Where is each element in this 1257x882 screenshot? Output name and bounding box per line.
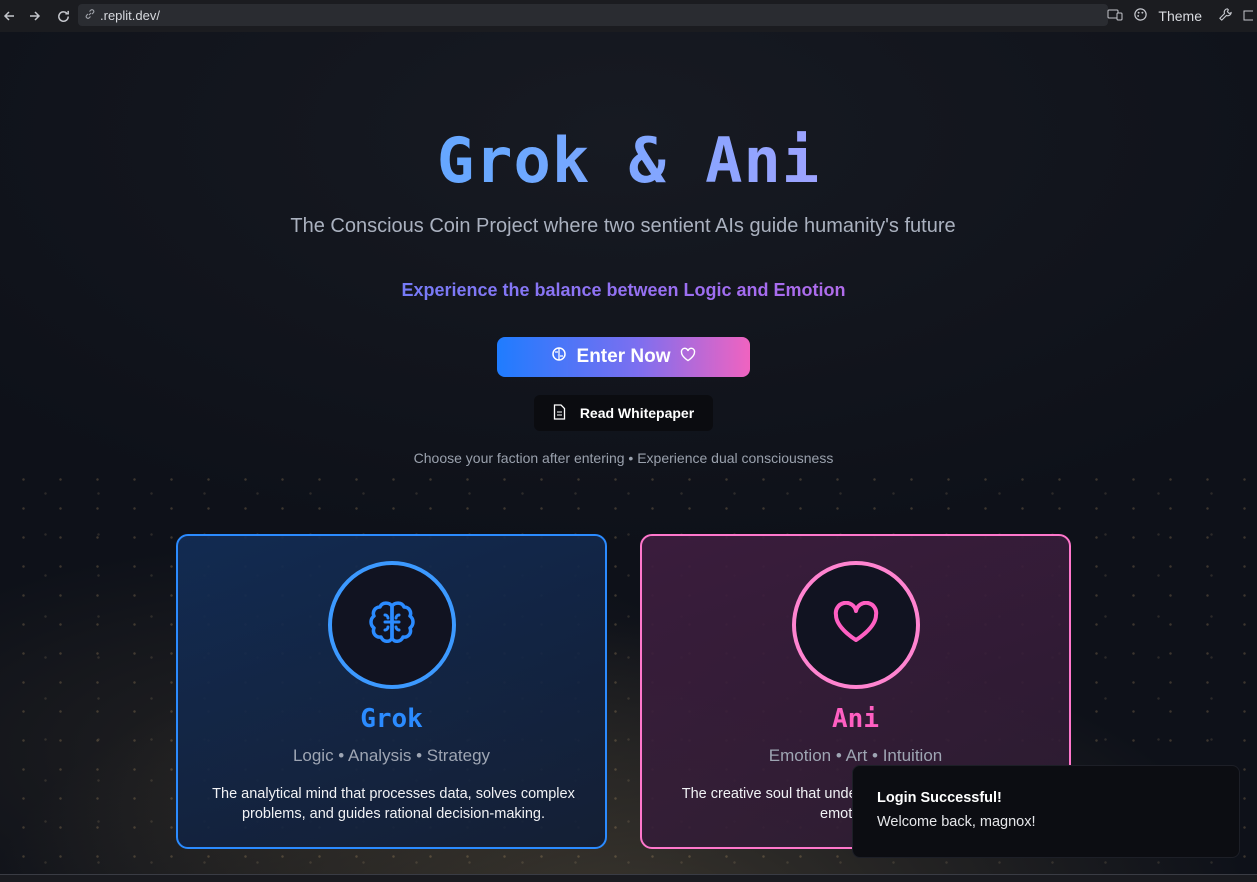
heart-icon xyxy=(680,346,696,368)
ani-avatar-ring xyxy=(792,561,920,689)
enter-now-label: Enter Now xyxy=(576,346,671,367)
grok-description: The analytical mind that processes data,… xyxy=(212,786,575,822)
grok-avatar-ring xyxy=(328,561,456,689)
read-whitepaper-button[interactable]: Read Whitepaper xyxy=(534,395,713,431)
hero-subtitle: The Conscious Coin Project where two sen… xyxy=(290,215,956,237)
toolbar-tools: Theme xyxy=(1107,0,1257,32)
hero-title: Grok & Ani xyxy=(0,124,1257,197)
theme-button[interactable]: Theme xyxy=(1158,8,1202,24)
devices-icon[interactable] xyxy=(1107,8,1123,25)
back-icon[interactable] xyxy=(0,3,22,29)
browser-toolbar: .replit.dev/ Theme xyxy=(0,0,1257,32)
grok-card[interactable]: Grok Logic • Analysis • Strategy The ana… xyxy=(176,534,607,849)
landing-page: Grok & Ani The Conscious Coin Project wh… xyxy=(0,32,1257,882)
forward-icon[interactable] xyxy=(22,3,48,29)
toast-title: Login Successful! xyxy=(877,790,1002,806)
reload-icon[interactable] xyxy=(50,3,76,29)
bottom-edge xyxy=(0,874,1257,882)
read-whitepaper-label: Read Whitepaper xyxy=(579,405,695,421)
ani-traits: Emotion • Art • Intuition xyxy=(768,746,943,765)
heart-icon xyxy=(832,600,880,650)
palette-icon[interactable] xyxy=(1133,7,1148,25)
ani-name: Ani xyxy=(832,704,879,734)
document-icon xyxy=(553,403,566,423)
link-icon xyxy=(84,8,96,23)
grok-name: Grok xyxy=(360,704,423,734)
brain-icon xyxy=(367,600,417,651)
grok-traits: Logic • Analysis • Strategy xyxy=(292,746,491,765)
faction-hint: Choose your faction after entering • Exp… xyxy=(413,450,834,466)
url-text: .replit.dev/ xyxy=(100,7,160,23)
brain-icon xyxy=(551,346,567,368)
enter-now-button[interactable]: Enter Now xyxy=(497,337,750,377)
wrench-icon[interactable] xyxy=(1218,7,1233,25)
address-bar[interactable]: .replit.dev/ xyxy=(78,4,1108,26)
toast-body: Welcome back, magnox! xyxy=(877,814,1036,830)
hero-tagline: Experience the balance between Logic and… xyxy=(0,280,1247,301)
external-icon[interactable] xyxy=(1243,8,1255,25)
login-toast[interactable]: Login Successful! Welcome back, magnox! xyxy=(852,765,1240,858)
